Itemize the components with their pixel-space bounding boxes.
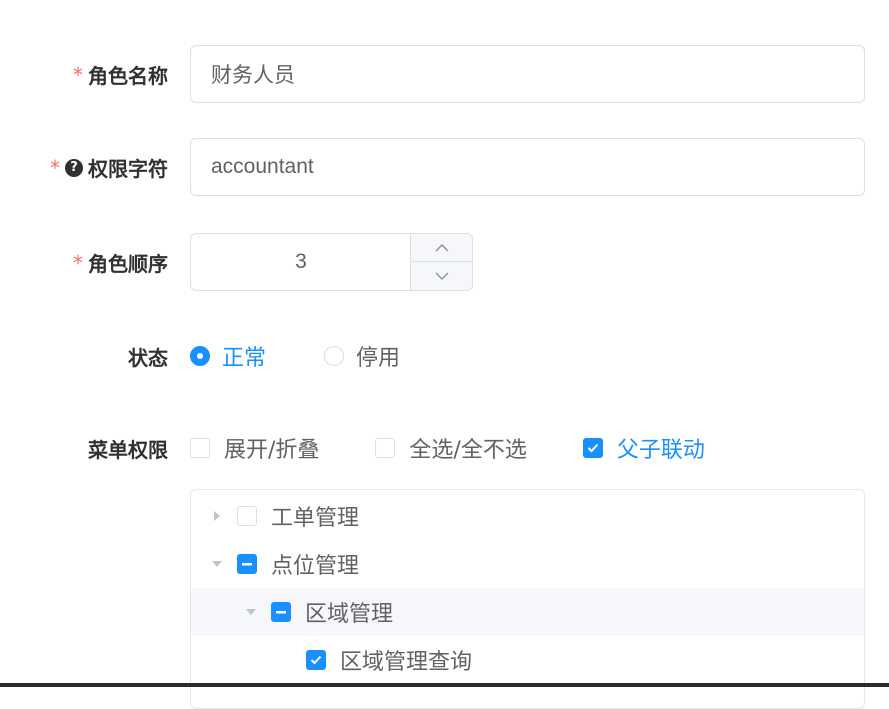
checkbox-indeterminate-icon[interactable] [237, 554, 257, 574]
stepper-controls [410, 234, 472, 290]
required-mark: * [73, 62, 83, 87]
tree-node-label: 区域管理 [305, 602, 394, 627]
role-name-value: 财务人员 [211, 64, 295, 87]
decrease-button[interactable] [411, 262, 472, 290]
parent-child-link-checkbox[interactable]: 父子联动 [582, 432, 705, 464]
menu-permission-options: 展开/折叠 全选/全不选 父子联动 [190, 432, 761, 464]
menu-tree: 工单管理 点位管理 区域管理 区域管理查询 [190, 489, 865, 709]
tree-node-label: 区域管理查询 [340, 650, 473, 675]
caret-down-icon[interactable] [245, 608, 257, 616]
permission-key-value: accountant [211, 155, 314, 178]
select-all-checkbox[interactable]: 全选/全不选 [375, 432, 527, 464]
question-circle-icon[interactable]: ? [65, 158, 83, 177]
status-radio-normal[interactable]: 正常 [190, 340, 266, 372]
tree-node-label: 工单管理 [271, 506, 360, 531]
role-name-label-text: 角色名称 [88, 64, 168, 88]
expand-collapse-label: 展开/折叠 [224, 438, 320, 463]
status-label: 状态 [128, 342, 168, 371]
checkbox-unchecked-icon[interactable] [190, 438, 210, 458]
role-name-label: * 角色名称 [73, 60, 168, 89]
permission-key-label: * ? 权限字符 [50, 153, 168, 182]
role-name-input[interactable]: 财务人员 [190, 45, 865, 103]
role-order-label-text: 角色顺序 [88, 252, 168, 276]
chevron-down-icon [434, 271, 449, 280]
tree-node-label: 点位管理 [271, 554, 360, 579]
parent-child-link-label: 父子联动 [616, 438, 705, 463]
status-option-disabled-label: 停用 [356, 346, 401, 371]
checkbox-unchecked-icon[interactable] [237, 506, 257, 526]
checkbox-checked-icon[interactable] [582, 438, 603, 458]
required-mark: * [50, 155, 60, 180]
caret-right-icon[interactable] [211, 510, 223, 522]
tree-node-point[interactable]: 点位管理 [191, 540, 864, 588]
bottom-divider [0, 683, 889, 687]
radio-unchecked-icon[interactable] [324, 346, 345, 366]
permission-key-label-text: 权限字符 [88, 157, 168, 181]
checkbox-indeterminate-icon[interactable] [271, 602, 291, 622]
status-label-text: 状态 [128, 346, 168, 370]
menu-permission-label: 菜单权限 [88, 434, 168, 463]
select-all-label: 全选/全不选 [409, 438, 527, 463]
tree-node-area-query[interactable]: 区域管理查询 [191, 636, 864, 684]
status-radio-disabled[interactable]: 停用 [324, 340, 400, 372]
tree-node-area[interactable]: 区域管理 [191, 588, 864, 636]
radio-checked-icon[interactable] [190, 346, 210, 366]
expand-collapse-checkbox[interactable]: 展开/折叠 [190, 432, 319, 464]
increase-button[interactable] [411, 234, 472, 262]
role-order-stepper[interactable]: 3 [190, 233, 473, 291]
checkbox-unchecked-icon[interactable] [375, 438, 396, 458]
status-option-normal-label: 正常 [222, 346, 267, 371]
checkbox-checked-icon[interactable] [306, 650, 326, 670]
role-order-value[interactable]: 3 [191, 234, 411, 290]
tree-node-work-order[interactable]: 工单管理 [191, 492, 864, 540]
caret-down-icon[interactable] [211, 560, 223, 568]
status-radio-group: 正常 停用 [190, 340, 458, 372]
menu-permission-label-text: 菜单权限 [88, 438, 168, 462]
permission-key-input[interactable]: accountant [190, 138, 865, 196]
chevron-up-icon [434, 243, 449, 252]
role-order-label: * 角色顺序 [73, 248, 168, 277]
required-mark: * [73, 250, 83, 275]
